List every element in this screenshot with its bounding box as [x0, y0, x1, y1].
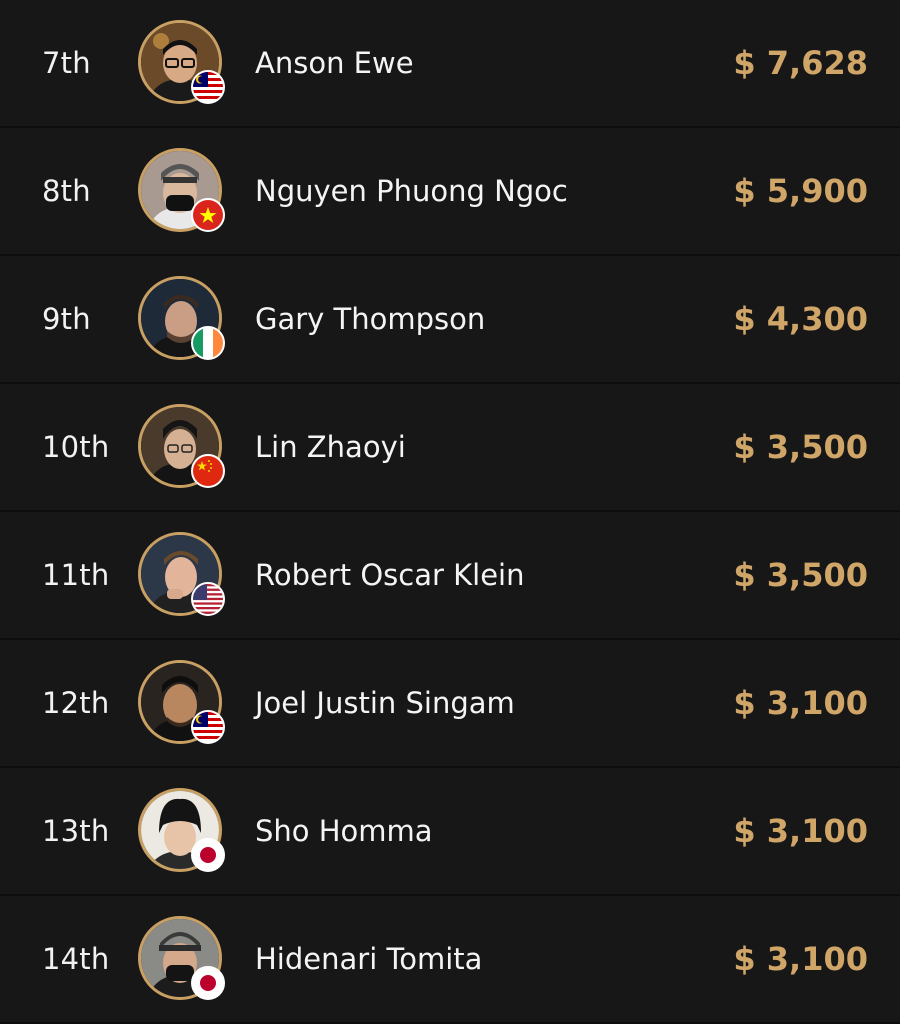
prize-amount: $ 5,900 [733, 172, 868, 210]
player-row[interactable]: 12th Joel Justin Singam $ 3,100 [0, 640, 900, 766]
rank-label: 13th [42, 814, 110, 848]
rank-label: 11th [42, 558, 110, 592]
player-name[interactable]: Joel Justin Singam [255, 640, 515, 766]
player-name[interactable]: Gary Thompson [255, 256, 485, 382]
prize-amount: $ 3,100 [733, 940, 868, 978]
rank-label: 14th [42, 942, 110, 976]
rank-label: 12th [42, 686, 110, 720]
player-name[interactable]: Anson Ewe [255, 0, 414, 126]
prize-amount: $ 7,628 [733, 44, 868, 82]
china-flag-icon [191, 454, 225, 488]
prize-amount: $ 4,300 [733, 300, 868, 338]
vietnam-flag-icon [191, 198, 225, 232]
player-name[interactable]: Hidenari Tomita [255, 896, 482, 1022]
prize-amount: $ 3,100 [733, 684, 868, 722]
japan-flag-icon [191, 966, 225, 1000]
player-name[interactable]: Sho Homma [255, 768, 433, 894]
player-row[interactable]: 9th Gary Thompson $ 4,300 [0, 256, 900, 382]
player-row[interactable]: 7th Anson Ewe $ 7,628 [0, 0, 900, 126]
rank-label: 8th [42, 174, 91, 208]
player-name[interactable]: Nguyen Phuong Ngoc [255, 128, 568, 254]
usa-flag-icon [191, 582, 225, 616]
player-row[interactable]: 8th Nguyen Phuong Ngoc $ 5,900 [0, 128, 900, 254]
malaysia-flag-icon [191, 710, 225, 744]
player-name[interactable]: Robert Oscar Klein [255, 512, 525, 638]
prize-amount: $ 3,100 [733, 812, 868, 850]
payout-list: 7th Anson Ewe $ 7,628 8th Nguyen Phuong … [0, 0, 900, 1024]
player-name[interactable]: Lin Zhaoyi [255, 384, 406, 510]
prize-amount: $ 3,500 [733, 428, 868, 466]
rank-label: 10th [42, 430, 110, 464]
ireland-flag-icon [191, 326, 225, 360]
japan-flag-icon [191, 838, 225, 872]
player-row[interactable]: 13th Sho Homma $ 3,100 [0, 768, 900, 894]
malaysia-flag-icon [191, 70, 225, 104]
rank-label: 7th [42, 46, 91, 80]
prize-amount: $ 3,500 [733, 556, 868, 594]
player-row[interactable]: 14th Hidenari Tomita $ 3,100 [0, 896, 900, 1022]
player-row[interactable]: 10th Lin Zhaoyi $ 3,500 [0, 384, 900, 510]
player-row[interactable]: 11th Robert Oscar Klein $ 3,500 [0, 512, 900, 638]
rank-label: 9th [42, 302, 91, 336]
